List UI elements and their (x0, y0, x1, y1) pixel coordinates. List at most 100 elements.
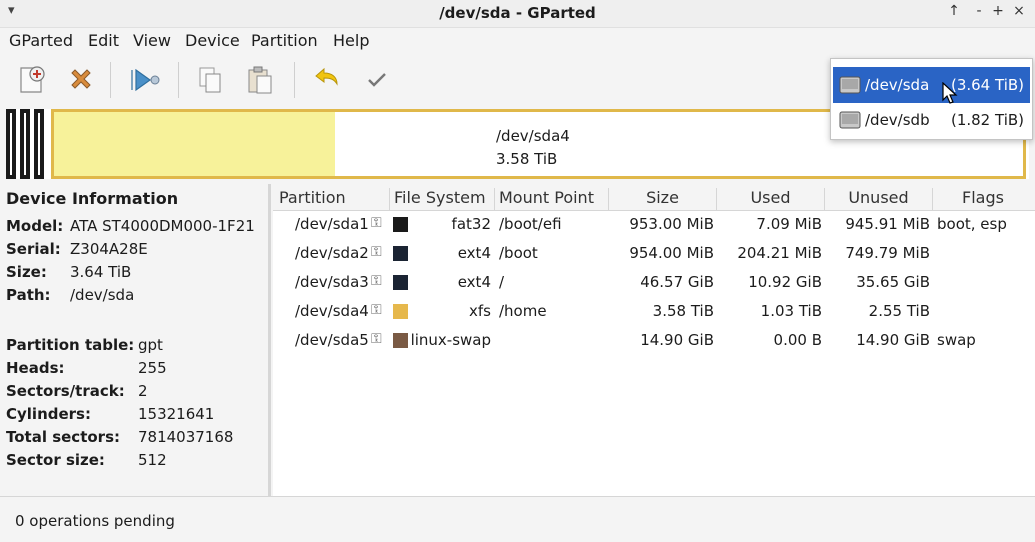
device-option-size: (3.64 TiB) (950, 76, 1024, 94)
column-header-size[interactable]: Size (609, 188, 717, 211)
close-button[interactable]: × (1010, 3, 1028, 19)
cell-partition: /dev/sda5 (295, 331, 369, 349)
minimize-button[interactable]: ‑ (970, 3, 988, 19)
cell-partition: /dev/sda2 (295, 244, 369, 262)
cell-file-system: ext4 (457, 244, 491, 262)
delete-partition-button[interactable] (61, 61, 101, 99)
device-option-name: /dev/sda (865, 76, 930, 94)
partition-block-sda2[interactable] (20, 109, 30, 179)
device-information-panel: Device Information Model: ATA ST4000DM000… (0, 184, 271, 496)
device-information-header: Device Information (6, 189, 179, 208)
partition-block-sda3[interactable] (34, 109, 44, 179)
info-row-sectors-track: Sectors/track: 2 (6, 382, 148, 400)
info-row-path: Path:/dev/sda (6, 286, 135, 304)
cell-file-system: linux-swap (410, 331, 491, 349)
table-row[interactable]: /dev/sda5 ⚿ linux-swap 14.90 GiB 0.00 B 14.90… (273, 327, 1035, 356)
cell-mount-point: / (499, 273, 505, 291)
cell-used: 0.00 B (773, 331, 822, 349)
partition-list-header: Partition File System Mount Point Size U… (273, 184, 1035, 211)
cell-unused: 945.91 MiB (845, 215, 930, 233)
cell-unused: 14.90 GiB (856, 331, 930, 349)
info-row-cylinders: Cylinders: 15321641 (6, 405, 215, 423)
cell-size: 954.00 MiB (629, 244, 714, 262)
harddisk-icon (839, 111, 861, 129)
info-row-total-sectors: Total sectors: 7814037168 (6, 428, 234, 446)
maximize-button[interactable]: + (989, 3, 1007, 19)
partition-list[interactable]: Partition File System Mount Point Size U… (273, 184, 1035, 496)
filesystem-color-swatch (393, 333, 408, 348)
cell-used: 10.92 GiB (748, 273, 822, 291)
cell-unused: 749.79 MiB (845, 244, 930, 262)
table-row[interactable]: /dev/sda4 ⚿ xfs/home 3.58 TiB 1.03 TiB 2.55 T… (273, 298, 1035, 327)
title-bar: ▾ /dev/sda - GParted ↑ ‑ + × (0, 0, 1035, 28)
new-partition-button[interactable] (11, 61, 51, 99)
undo-button[interactable] (306, 61, 346, 99)
info-row-sector-size: Sector size: 512 (6, 451, 167, 469)
new-icon (20, 66, 45, 93)
keep-above-button[interactable]: ↑ (945, 3, 963, 19)
used-space-fill (54, 112, 335, 176)
table-row[interactable]: /dev/sda3 ⚿ ext4 / 46.57 GiB 10.92 GiB 35.65 G… (273, 269, 1035, 298)
device-option-size: (1.82 TiB) (950, 111, 1024, 129)
column-header-partition[interactable]: Partition (275, 188, 390, 211)
paste-button[interactable] (240, 61, 280, 99)
operations-pending-text: 0 operations pending (15, 512, 175, 530)
toolbar-separator (178, 62, 179, 98)
info-row-model: Model: ATA ST4000DM000-1F21 (6, 217, 255, 235)
key-icon: ⚿ (371, 302, 382, 318)
menu-edit[interactable]: Edit (88, 31, 119, 50)
menu-help[interactable]: Help (333, 31, 369, 50)
copy-icon (199, 67, 221, 93)
cell-unused: 35.65 GiB (856, 273, 930, 291)
cell-used: 7.09 MiB (756, 215, 822, 233)
cell-file-system: xfs (469, 302, 491, 320)
toolbar-separator (110, 62, 111, 98)
menu-gparted[interactable]: GParted (9, 31, 73, 50)
menu-device[interactable]: Device (185, 31, 240, 50)
toolbar-separator (294, 62, 295, 98)
cell-partition: /dev/sda1 (295, 215, 369, 233)
menu-view[interactable]: View (133, 31, 171, 50)
paste-icon (248, 66, 272, 94)
status-bar: 0 operations pending (0, 496, 1035, 542)
menu-bar: GParted Edit View Device Partition Help (0, 28, 1035, 54)
info-row-partition-table: Partition table: gpt (6, 336, 163, 354)
column-header-used[interactable]: Used (717, 188, 825, 211)
key-icon: ⚿ (371, 244, 382, 260)
apply-button[interactable] (357, 61, 397, 99)
cell-size: 3.58 TiB (652, 302, 714, 320)
column-header-file-system[interactable]: File System (390, 188, 495, 211)
resize-move-button[interactable] (124, 61, 164, 99)
key-icon: ⚿ (371, 215, 382, 231)
cell-flags: swap (937, 331, 976, 349)
info-row-size: Size: 3.64 TiB (6, 263, 132, 281)
cell-file-system: fat32 (451, 215, 491, 233)
cell-partition: /dev/sda4 (295, 302, 369, 320)
window-title: /dev/sda - GParted (439, 4, 596, 22)
device-dropdown-list[interactable]: /dev/sda (3.64 TiB) /dev/sdb (1.82 TiB) (830, 58, 1033, 140)
cell-mount-point: /boot (499, 244, 538, 262)
column-header-flags[interactable]: Flags (933, 188, 1033, 211)
partition-map-name: /dev/sda4 (496, 127, 570, 145)
copy-button[interactable] (190, 61, 230, 99)
device-option-name: /dev/sdb (865, 111, 930, 129)
harddisk-icon (839, 76, 861, 94)
undo-icon (315, 67, 338, 86)
cell-partition: /dev/sda3 (295, 273, 369, 291)
device-option-sda[interactable]: /dev/sda (3.64 TiB) (833, 67, 1030, 103)
column-header-unused[interactable]: Unused (825, 188, 933, 211)
partition-map-size: 3.58 TiB (496, 150, 558, 168)
column-header-mount-point[interactable]: Mount Point (495, 188, 609, 211)
partition-block-sda1[interactable] (6, 109, 16, 179)
table-row[interactable]: /dev/sda2 ⚿ ext4/boot 954.00 MiB 204.21 MiB 7… (273, 240, 1035, 269)
key-icon: ⚿ (371, 273, 382, 289)
table-row[interactable]: /dev/sda1 ⚿ fat32/boot/efi 953.00 MiB 7.09 M… (273, 211, 1035, 240)
menu-partition[interactable]: Partition (251, 31, 318, 50)
cell-mount-point: /boot/efi (499, 215, 562, 233)
resize-move-icon (131, 68, 160, 92)
key-icon: ⚿ (371, 331, 382, 347)
cell-file-system: ext4 (457, 273, 491, 291)
cell-used: 1.03 TiB (760, 302, 822, 320)
device-option-sdb[interactable]: /dev/sdb (1.82 TiB) (833, 102, 1030, 138)
delete-icon (71, 69, 91, 89)
